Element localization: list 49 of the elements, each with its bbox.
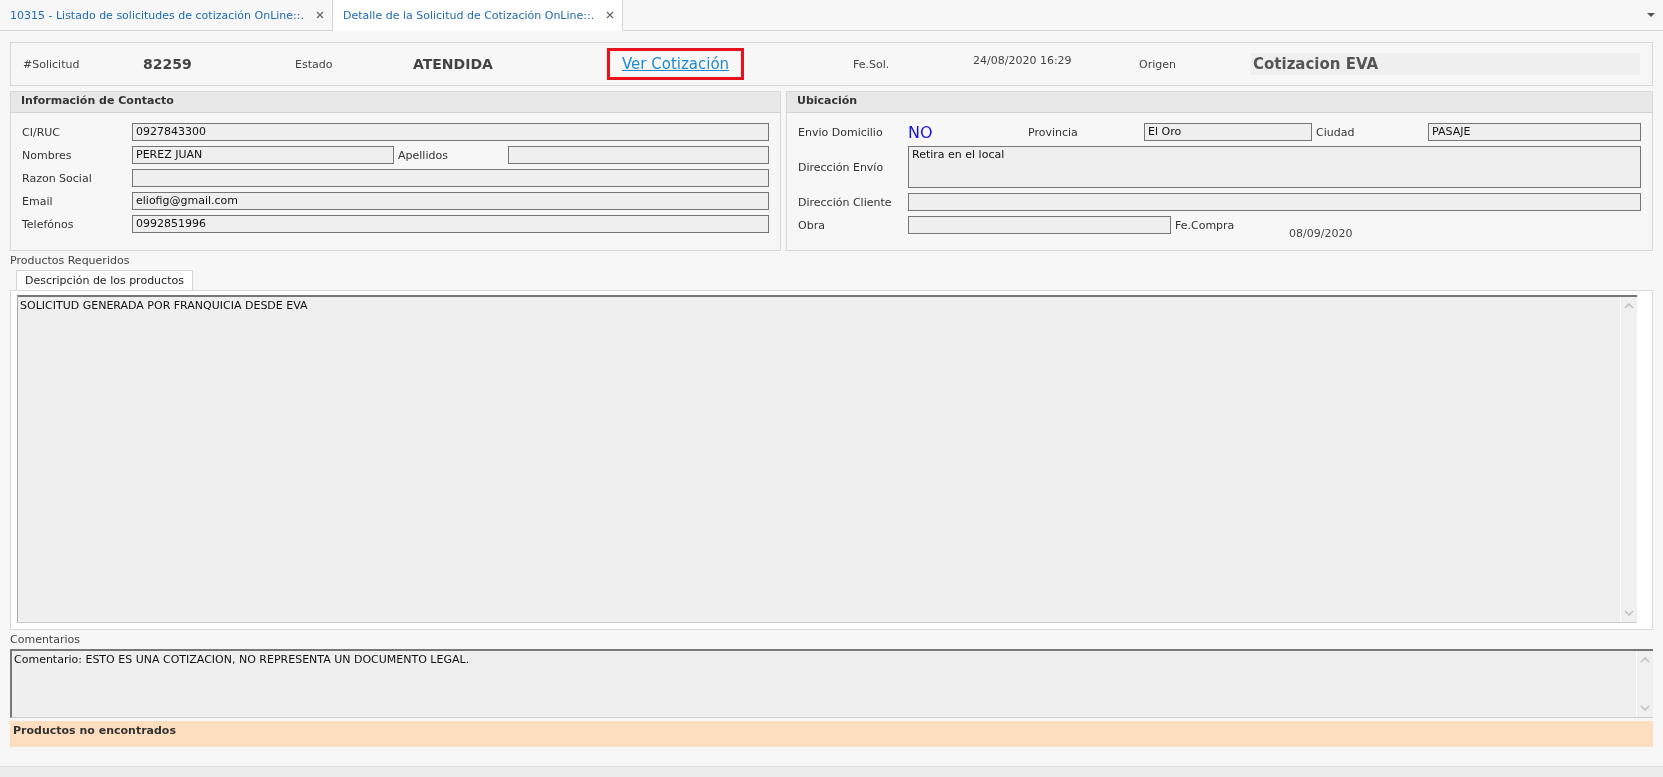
document-tab[interactable]: Detalle de la Solicitud de Cotización OnLine::. (333, 0, 624, 31)
delivery-value: NO (908, 122, 934, 142)
field-label: Provincia (1028, 125, 1079, 139)
text-area[interactable]: Comentario: ESTO ES UNA COTIZACION, NO REPRESENTA UN DOCUMENTO LEGAL. (10, 649, 1653, 718)
date-value: 08/09/2020 (1289, 227, 1353, 240)
input-field[interactable]: PASAJE (1428, 123, 1641, 141)
field-label: Origen (1139, 57, 1177, 71)
input-field[interactable]: 0927843300 (132, 123, 769, 141)
close-icon[interactable] (316, 11, 324, 19)
status-value: ATENDIDA (413, 56, 494, 72)
quote-link[interactable]: Ver Cotización (607, 48, 745, 80)
input-field[interactable]: 0992851996 (132, 215, 769, 233)
field-label: Apellidos (397, 148, 449, 162)
field-label: Fe.Compra (1174, 218, 1236, 232)
field-label: Estado (295, 57, 334, 71)
field-label: Nombres (22, 148, 73, 162)
field-label: Envio Domicilio (798, 125, 884, 139)
section-label: Comentarios (10, 633, 81, 646)
input-field[interactable] (508, 146, 769, 164)
input-field[interactable] (908, 216, 1171, 234)
field-label: Email (22, 194, 54, 208)
date-value: 24/08/2020 16:29 (973, 54, 1073, 67)
section-label: Productos Requeridos (10, 254, 131, 267)
origin-value: Cotizacion EVA (1251, 53, 1640, 75)
input-field[interactable]: PEREZ JUAN (132, 146, 394, 164)
input-field[interactable]: El Oro (1144, 123, 1312, 141)
field-label: Telefónos (22, 217, 75, 231)
field-label: CI/RUC (22, 125, 61, 139)
field-label: #Solicitud (23, 57, 81, 71)
input-field[interactable]: eliofig@gmail.com (132, 192, 769, 210)
input-field[interactable] (908, 193, 1641, 211)
close-icon[interactable] (606, 11, 615, 19)
input-field[interactable] (132, 169, 769, 187)
text-area[interactable]: SOLICITUD GENERADA POR FRANQUICIA DESDE EVA (17, 295, 1637, 623)
notice-bar: Productos no encontrados (10, 721, 1653, 747)
input-field[interactable]: Retira en el local (908, 146, 1641, 188)
scroll-bar[interactable] (1636, 651, 1653, 717)
content-tab[interactable]: Descripción de los productos (16, 270, 193, 290)
field-label: Dirección Envío (798, 160, 885, 174)
panel-title: Información de Contacto (11, 92, 780, 113)
field-label: Dirección Cliente (798, 195, 893, 209)
panel-title: Ubicación (787, 92, 1652, 113)
scroll-bar[interactable] (1620, 297, 1637, 622)
field-label: Razon Social (22, 171, 93, 185)
request-number: 82259 (143, 56, 193, 72)
caret-icon[interactable] (1647, 12, 1655, 18)
field-label: Fe.Sol. (853, 57, 891, 71)
field-label: Ciudad (1315, 125, 1356, 139)
field-label: Obra (798, 218, 826, 232)
